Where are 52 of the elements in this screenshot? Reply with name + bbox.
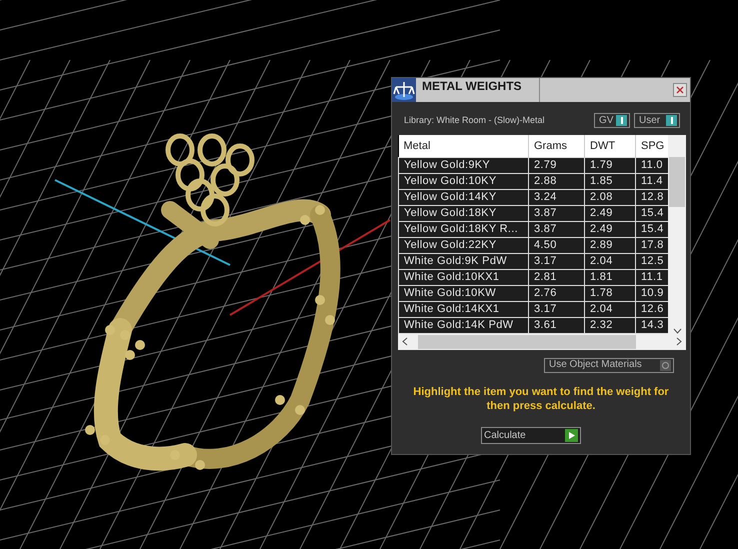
- close-icon: [676, 86, 684, 94]
- table-cell: 1.81: [584, 269, 636, 285]
- table-cell: 2.49: [584, 221, 636, 237]
- table-cell: 2.89: [584, 237, 636, 253]
- table-cell: 2.49: [584, 205, 636, 221]
- column-header[interactable]: Grams: [528, 135, 584, 157]
- table-cell: Yellow Gold:14KY: [398, 189, 528, 205]
- table-cell: Yellow Gold:18KY R...: [398, 221, 528, 237]
- play-icon: [565, 428, 578, 442]
- table-cell: 3.24: [528, 189, 584, 205]
- table-cell: 3.87: [528, 221, 584, 237]
- table-cell: Yellow Gold:18KY: [398, 205, 528, 221]
- table-cell: 3.87: [528, 205, 584, 221]
- table-cell: 2.76: [528, 285, 584, 301]
- table-cell: 2.81: [528, 269, 584, 285]
- table-cell: 2.88: [528, 173, 584, 189]
- table-cell: 2.79: [528, 157, 584, 173]
- table-cell: White Gold:14KX1: [398, 301, 528, 317]
- table-cell: Yellow Gold:22KY: [398, 237, 528, 253]
- column-header[interactable]: DWT: [584, 135, 636, 157]
- table-cell: 3.17: [528, 301, 584, 317]
- table-cell: White Gold:9K PdW: [398, 253, 528, 269]
- horizontal-scrollbar[interactable]: [398, 334, 686, 350]
- column-header[interactable]: Metal: [398, 135, 528, 157]
- scale-icon: [392, 78, 416, 102]
- table-cell: White Gold:10KW: [398, 285, 528, 301]
- table-cell: 2.32: [584, 317, 636, 333]
- table-cell: White Gold:14K PdW: [398, 317, 528, 333]
- table-cell: 2.04: [584, 253, 636, 269]
- table-cell: Yellow Gold:9KY: [398, 157, 528, 173]
- table-cell: Yellow Gold:10KY: [398, 173, 528, 189]
- close-button[interactable]: [673, 83, 687, 97]
- instruction-text: Highlight the item you want to find the weight for then press calculate.: [412, 384, 670, 412]
- scroll-left-icon[interactable]: [402, 337, 408, 346]
- toggle-switch[interactable]: User: [634, 113, 680, 128]
- table-cell: 3.61: [528, 317, 584, 333]
- calculate-button[interactable]: Calculate: [481, 426, 581, 444]
- scroll-down-icon[interactable]: [672, 328, 682, 334]
- toggle-switch[interactable]: Use Object Materials: [544, 358, 674, 372]
- toggle-switch[interactable]: GV: [594, 113, 630, 128]
- table-cell: 4.50: [528, 237, 584, 253]
- table-cell: 1.85: [584, 173, 636, 189]
- table-cell: 2.08: [584, 189, 636, 205]
- table-cell: 2.04: [584, 301, 636, 317]
- table-cell: 3.17: [528, 253, 584, 269]
- library-label: Library: White Room - (Slow)-Metal: [404, 114, 545, 127]
- scroll-right-icon[interactable]: [676, 337, 682, 346]
- table-cell: 1.78: [584, 285, 636, 301]
- table-cell: White Gold:10KX1: [398, 269, 528, 285]
- scroll-thumb[interactable]: [669, 157, 685, 207]
- vertical-scrollbar[interactable]: [668, 135, 686, 334]
- table-cell: 1.79: [584, 157, 636, 173]
